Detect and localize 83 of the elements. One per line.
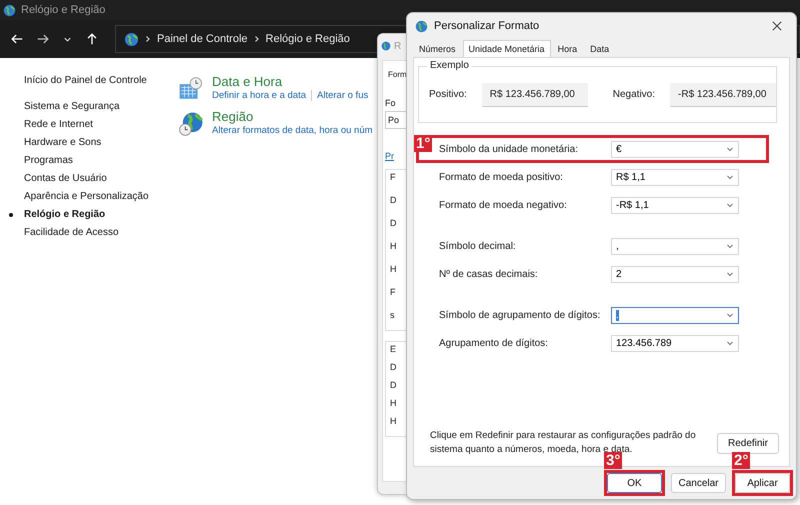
chevron-down-icon: [726, 339, 734, 347]
sidebar-item[interactable]: Sistema e Segurança: [24, 98, 120, 116]
group-text: E: [390, 344, 398, 354]
breadcrumb-item[interactable]: Painel de Controle: [157, 33, 248, 45]
reset-button[interactable]: Redefinir: [716, 432, 779, 454]
group-text: H: [390, 416, 398, 426]
field-label: Símbolo de agrupamento de dígitos:: [439, 310, 602, 320]
dialog-title: Personalizar Formato: [434, 20, 540, 32]
dropdown[interactable]: .: [611, 306, 739, 324]
step-badge: 3°: [604, 452, 622, 469]
step-badge: 2°: [732, 452, 750, 469]
dropdown[interactable]: €: [611, 140, 739, 158]
field-label: Fo: [385, 98, 396, 108]
dropdown[interactable]: R$ 1,1: [611, 168, 739, 186]
step-badge: 1°: [414, 135, 432, 152]
sidebar-item[interactable]: Contas de Usuário: [24, 170, 107, 188]
chevron-down-icon: [726, 201, 734, 209]
dropdown[interactable]: ,: [611, 238, 739, 254]
field-label: Símbolo da unidade monetária:: [439, 144, 579, 154]
sidebar-item[interactable]: Aparência e Personalização: [24, 188, 149, 206]
category-link[interactable]: Definir a hora e a data: [212, 90, 306, 101]
group-text: D: [390, 218, 398, 228]
group-title: Exemplo: [427, 60, 472, 71]
group-text: F: [390, 287, 396, 297]
tab[interactable]: Números: [413, 41, 462, 57]
group-text: H: [390, 264, 398, 274]
dialog-button[interactable]: OK: [607, 473, 662, 493]
field-label: Símbolo decimal:: [439, 240, 517, 252]
field-label: Agrupamento de dígitos:: [439, 338, 549, 348]
field-label: Negativo:: [612, 89, 656, 100]
sample-field: -R$ 123.456.789,00: [670, 82, 776, 106]
forward-arrow-icon[interactable]: [36, 32, 50, 46]
dropdown[interactable]: 2: [611, 266, 739, 282]
breadcrumb-item[interactable]: Relógio e Região: [266, 33, 350, 45]
dialog-button[interactable]: Cancelar: [671, 473, 726, 493]
chevron-right-icon: [252, 35, 261, 43]
chevron-down-icon: [726, 311, 734, 319]
back-arrow-icon[interactable]: [10, 32, 24, 46]
chevron-right-icon: [144, 35, 152, 43]
window-title: Relógio e Região: [21, 4, 106, 16]
link[interactable]: Pr: [385, 151, 394, 161]
chevron-down-icon: [726, 242, 734, 250]
category-title[interactable]: Região: [212, 108, 254, 125]
sidebar-item[interactable]: Hardware e Sons: [24, 134, 102, 152]
dialog-button[interactable]: Aplicar: [735, 473, 790, 493]
category-link[interactable]: Alterar o fus: [317, 90, 368, 101]
dialog-title: R: [394, 40, 402, 52]
group-text: F: [390, 172, 396, 182]
tab[interactable]: Data: [584, 41, 616, 57]
dropdown[interactable]: 123.456.789: [611, 334, 739, 352]
field-label: Nº de casas decimais:: [439, 268, 539, 280]
sidebar-item[interactable]: Facilidade de Acesso: [24, 224, 119, 242]
tab[interactable]: Hora: [552, 41, 584, 57]
field-label: Formato de moeda negativo:: [439, 200, 568, 210]
sidebar-item[interactable]: Rede e Internet: [24, 116, 93, 134]
globe-icon: [381, 41, 391, 51]
globe-clock-icon[interactable]: [178, 111, 204, 137]
globe-icon: [415, 20, 428, 32]
group-text: s: [390, 310, 396, 320]
dropdown[interactable]: -R$ 1,1: [611, 196, 739, 214]
sidebar-item[interactable]: Programas: [24, 152, 73, 170]
group-text: D: [390, 380, 398, 390]
group-text: D: [390, 195, 398, 205]
sidebar-link[interactable]: Início do Painel de Controle: [24, 72, 147, 90]
sidebar-item[interactable]: Relógio e Região: [24, 206, 106, 224]
reset-note: Clique em Redefinir para restaurar as configurações padrão do sistema quanto a números, moeda, hora e data.: [430, 429, 697, 455]
sample-field: R$ 123.456.789,00: [482, 82, 588, 106]
category-title[interactable]: Data e Hora: [212, 73, 282, 90]
chevron-down-icon: [726, 270, 734, 278]
up-arrow-icon[interactable]: [85, 32, 99, 46]
field-label: Formato de moeda positivo:: [439, 172, 564, 182]
group-text: D: [390, 362, 398, 372]
group-text: H: [390, 241, 398, 251]
calendar-clock-icon[interactable]: [178, 76, 204, 102]
group-text: H: [390, 398, 398, 408]
category-link[interactable]: Alterar formatos de data, hora ou núm: [212, 125, 373, 136]
globe-icon: [3, 4, 16, 16]
globe-icon: [124, 32, 139, 46]
chevron-down-icon: [726, 145, 734, 153]
chevron-down-icon: [726, 173, 734, 181]
field-label: Positivo:: [429, 89, 467, 100]
tab[interactable]: Unidade Monetária: [462, 40, 551, 57]
close-icon[interactable]: [772, 21, 782, 31]
